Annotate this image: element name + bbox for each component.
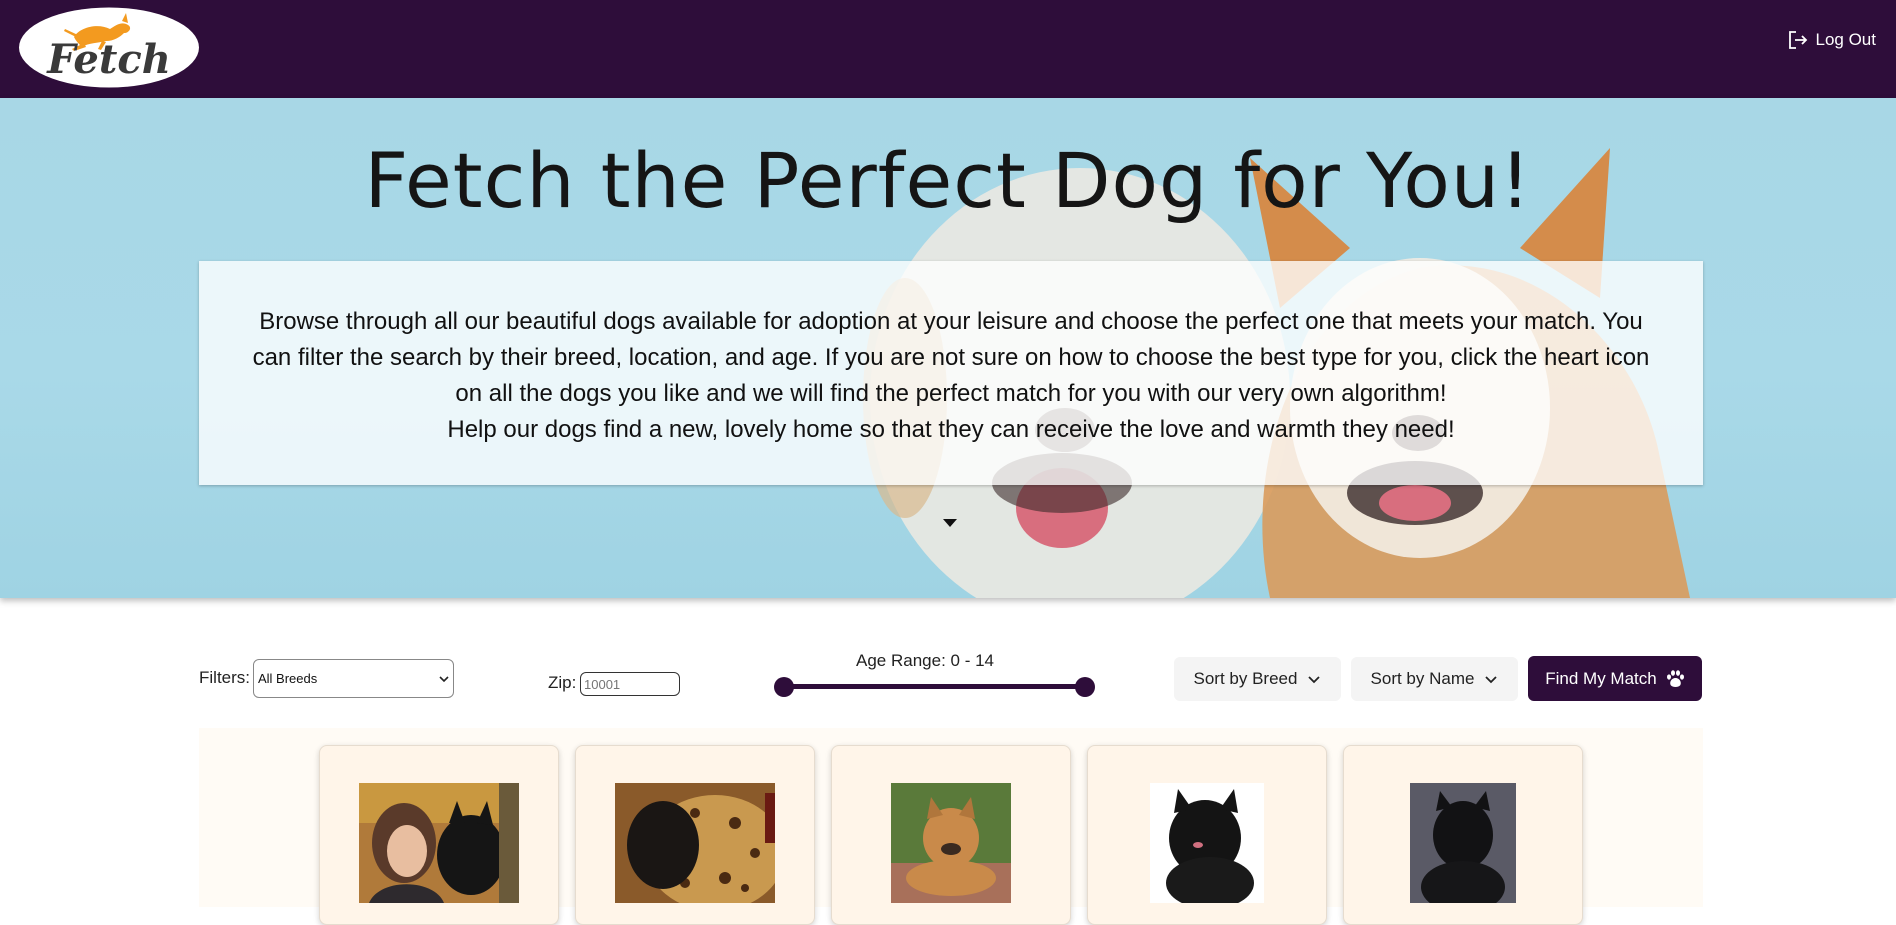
logout-button[interactable]: Log Out	[1786, 28, 1877, 52]
chevron-down-icon	[1308, 676, 1321, 684]
tan-dog-lying-on-bricks-photo	[891, 783, 1011, 903]
black-dog-in-leopard-bed-photo	[615, 783, 775, 903]
hero-banner: Fetch the Perfect Dog for You! Browse th…	[0, 98, 1896, 598]
age-max-handle[interactable]	[1075, 677, 1095, 697]
sort-by-name-label: Sort by Name	[1370, 669, 1475, 688]
sort-by-name-button[interactable]: Sort by Name	[1351, 657, 1518, 701]
breed-select[interactable]: All Breeds	[253, 659, 454, 698]
sort-by-breed-label: Sort by Breed	[1193, 669, 1298, 688]
find-my-match-button[interactable]: Find My Match	[1528, 656, 1702, 701]
zip-label: Zip:	[548, 673, 577, 692]
dog-card[interactable]	[1087, 745, 1327, 925]
hero-title: Fetch the Perfect Dog for You!	[364, 136, 1532, 225]
black-scruffy-dog-photo	[1150, 783, 1264, 903]
chevron-down-icon	[439, 675, 449, 682]
logout-icon	[1788, 31, 1807, 49]
zip-input[interactable]	[580, 672, 680, 696]
paw-icon	[1666, 669, 1684, 687]
sort-by-breed-button[interactable]: Sort by Breed	[1174, 657, 1341, 701]
intro-text-box: Browse through all our beautiful dogs av…	[199, 261, 1703, 485]
chevron-down-icon	[1485, 676, 1498, 684]
dog-card[interactable]	[831, 745, 1071, 925]
dog-card[interactable]	[319, 745, 559, 925]
intro-tagline: Help our dogs find a new, lovely home so…	[447, 416, 1455, 443]
top-nav-bar: Fetch Log Out	[0, 0, 1896, 98]
age-min-handle[interactable]	[774, 677, 794, 697]
dog-card[interactable]	[575, 745, 815, 925]
intro-paragraph: Browse through all our beautiful dogs av…	[252, 308, 1650, 407]
age-range-label: Age Range: 0 - 14	[856, 651, 994, 670]
svg-text:Fetch: Fetch	[46, 36, 171, 83]
scroll-down-caret-icon[interactable]	[943, 519, 957, 527]
woman-with-black-dog-photo	[359, 783, 519, 903]
dog-card[interactable]	[1343, 745, 1583, 925]
fetch-logo[interactable]: Fetch	[18, 7, 200, 88]
filters-label: Filters:	[199, 668, 250, 687]
age-range-track[interactable]	[785, 684, 1085, 689]
breed-select-value: All Breeds	[258, 671, 318, 686]
find-my-match-label: Find My Match	[1545, 668, 1657, 688]
logout-label: Log Out	[1815, 30, 1877, 49]
black-dog-portrait-photo	[1410, 783, 1516, 903]
